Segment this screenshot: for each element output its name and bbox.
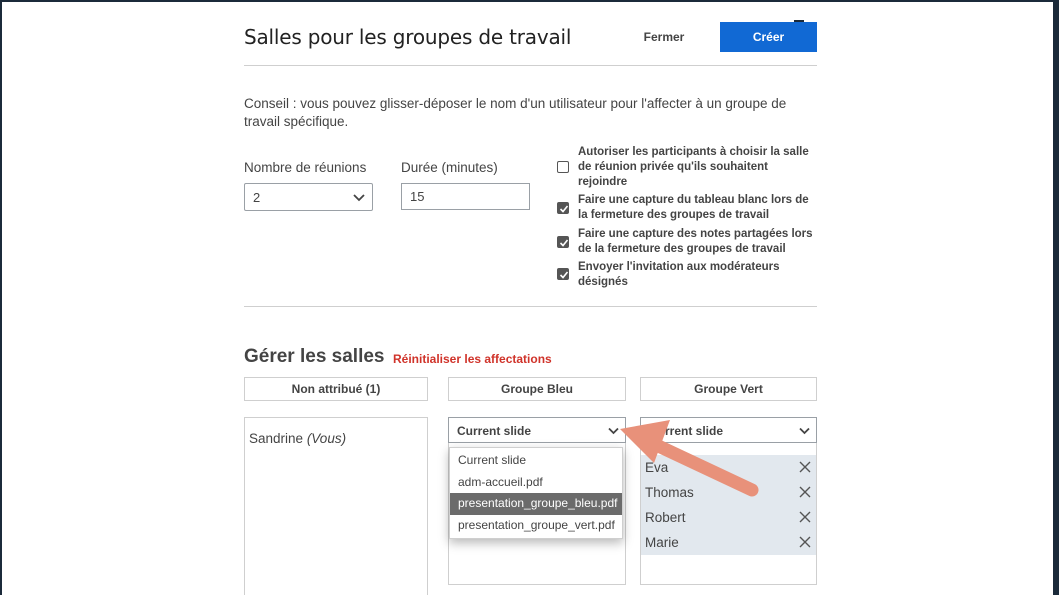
chevron-down-icon	[608, 427, 619, 435]
close-icon[interactable]	[799, 511, 811, 523]
duration-input[interactable]	[401, 183, 530, 210]
settings-divider	[244, 306, 817, 307]
member-name: Thomas	[645, 485, 694, 500]
dropdown-item-adm-accueil[interactable]: adm-accueil.pdf	[450, 472, 622, 494]
dropdown-item-presentation-vert[interactable]: presentation_groupe_vert.pdf	[450, 515, 622, 537]
option-capture-whiteboard[interactable]: Faire une capture du tableau blanc lors …	[557, 193, 817, 224]
close-button[interactable]: Fermer	[626, 22, 702, 52]
option-label: Faire une capture du tableau blanc lors …	[578, 194, 809, 221]
duration-label: Durée (minutes)	[401, 160, 498, 175]
option-allow-choose-room[interactable]: Autoriser les participants à choisir la …	[557, 145, 817, 191]
member-name: Marie	[645, 535, 679, 550]
member-row[interactable]: Robert	[641, 505, 816, 530]
blue-group-document-value: Current slide	[457, 424, 532, 438]
green-group-members: Eva Thomas Robert Marie	[641, 455, 816, 555]
meetings-count-label: Nombre de réunions	[244, 160, 367, 175]
green-group-document-value: Current slide	[649, 424, 724, 438]
tip-text: Conseil : vous pouvez glisser-déposer le…	[244, 96, 787, 129]
green-group-document-select[interactable]: Current slide	[640, 417, 817, 443]
user-you-suffix: (Vous)	[306, 431, 347, 446]
option-label: Autoriser les participants à choisir la …	[578, 146, 809, 188]
reset-assignments-link[interactable]: Réinitialiser les affectations	[393, 352, 552, 366]
column-header-unassigned: Non attribué (1)	[244, 377, 428, 401]
check-icon	[559, 271, 569, 279]
check-icon	[559, 239, 569, 247]
meetings-count-select[interactable]: 2	[244, 183, 373, 211]
option-label: Faire une capture des notes partagées lo…	[578, 228, 813, 255]
option-checkbox-checked[interactable]	[557, 202, 569, 214]
unassigned-column[interactable]: Sandrine (Vous)	[244, 417, 428, 595]
column-header-green-group: Groupe Vert	[640, 377, 817, 401]
check-icon	[559, 205, 569, 213]
member-row[interactable]: Thomas	[641, 480, 816, 505]
dropdown-item-current-slide[interactable]: Current slide	[450, 450, 622, 472]
chevron-down-icon	[799, 427, 810, 435]
close-icon[interactable]	[799, 486, 811, 498]
member-name: Eva	[645, 460, 669, 475]
option-capture-notes[interactable]: Faire une capture des notes partagées lo…	[557, 227, 817, 258]
blue-group-document-select[interactable]: Current slide	[448, 417, 626, 443]
column-header-blue-group: Groupe Bleu	[448, 377, 626, 401]
window-control-mark	[794, 20, 804, 22]
option-checkbox-checked[interactable]	[557, 268, 569, 280]
option-checkbox-checked[interactable]	[557, 236, 569, 248]
window-frame-left	[0, 0, 2, 595]
member-name: Robert	[645, 510, 686, 525]
window-frame-right	[1053, 0, 1059, 595]
chevron-down-icon	[353, 194, 365, 202]
member-row[interactable]: Marie	[641, 530, 816, 555]
breakout-rooms-dialog: Salles pour les groupes de travail Ferme…	[244, 0, 817, 595]
header-divider	[244, 65, 817, 66]
meetings-count-value: 2	[253, 190, 261, 205]
user-name: Sandrine	[249, 431, 304, 446]
member-row[interactable]: Eva	[641, 455, 816, 480]
option-label: Envoyer l'invitation aux modérateurs dés…	[578, 261, 780, 288]
dropdown-item-presentation-bleu[interactable]: presentation_groupe_bleu.pdf	[450, 493, 622, 515]
option-send-invite-moderators[interactable]: Envoyer l'invitation aux modérateurs dés…	[557, 260, 817, 291]
create-button[interactable]: Créer	[720, 22, 817, 52]
option-checkbox-unchecked[interactable]	[557, 161, 569, 173]
manage-rooms-title: Gérer les salles	[244, 346, 385, 367]
document-dropdown-menu: Current slide adm-accueil.pdf presentati…	[449, 447, 623, 539]
dialog-title: Salles pour les groupes de travail	[244, 25, 572, 49]
close-icon[interactable]	[799, 461, 811, 473]
unassigned-user[interactable]: Sandrine (Vous)	[249, 431, 346, 446]
close-icon[interactable]	[799, 536, 811, 548]
